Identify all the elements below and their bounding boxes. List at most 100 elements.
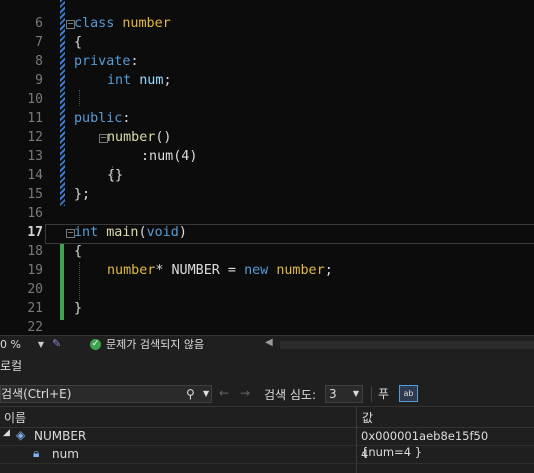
- code-line[interactable]: 10: [0, 90, 534, 109]
- code-token: number: [122, 16, 171, 31]
- code-token: int: [74, 225, 107, 240]
- code-token: {: [74, 244, 83, 259]
- code-line[interactable]: 17 int main(void): [0, 223, 534, 242]
- code-line[interactable]: 13 :num(4): [0, 147, 534, 166]
- search-input[interactable]: 검색(Ctrl+E) ⚲ ▼: [0, 385, 212, 403]
- column-header-name[interactable]: 이름: [4, 409, 26, 426]
- code-line[interactable]: 22: [0, 318, 534, 335]
- code-line[interactable]: 19 number* NUMBER = new number;: [0, 261, 534, 280]
- code-line[interactable]: 20: [0, 280, 534, 299]
- code-text: {: [74, 242, 82, 261]
- code-token: private: [74, 54, 131, 69]
- line-number: 11: [27, 111, 43, 126]
- table-header: 이름 값: [0, 406, 534, 428]
- code-line[interactable]: 11 public:: [0, 109, 534, 128]
- editor-status-bar: 0 % ▼ ✎ ✓ 문제가 검색되지 않음 ◀: [0, 335, 534, 354]
- code-token: ): [178, 225, 187, 240]
- code-token: int: [107, 73, 140, 88]
- code-token: main: [106, 225, 139, 240]
- search-depth-select[interactable]: 3 ▼: [325, 385, 363, 403]
- code-token: ;: [163, 73, 172, 88]
- locals-panel: 로컬 검색(Ctrl+E) ⚲ ▼ ← → 검색 심도: 3 ▼ 푸 ab 이름…: [0, 354, 534, 473]
- line-number: 10: [27, 92, 43, 107]
- code-text: {}: [107, 166, 123, 185]
- zoom-value: 0 %: [0, 338, 21, 351]
- code-text: number(): [107, 128, 172, 147]
- code-token: number: [107, 263, 156, 278]
- code-token: :num(4): [141, 149, 198, 164]
- code-token: (: [138, 225, 147, 240]
- code-token: {}: [107, 168, 124, 183]
- code-text: number* NUMBER = new number;: [107, 261, 333, 280]
- horizontal-scrollbar[interactable]: [280, 341, 534, 349]
- code-text: int num;: [107, 71, 172, 90]
- code-line[interactable]: 7{: [0, 33, 534, 52]
- code-line[interactable]: 6 class number: [0, 14, 534, 33]
- code-token: public: [74, 111, 123, 126]
- line-number: 19: [27, 263, 43, 278]
- code-token: number: [107, 130, 156, 145]
- issues-status[interactable]: 문제가 검색되지 않음: [106, 337, 204, 353]
- code-text: };: [74, 185, 90, 204]
- line-number: 14: [27, 168, 43, 183]
- pin-icon[interactable]: 푸: [378, 385, 389, 402]
- collapse-triangle-icon[interactable]: ◢: [3, 428, 10, 438]
- code-token: void: [146, 225, 179, 240]
- line-number: 21: [27, 301, 43, 316]
- search-depth-value: 3: [329, 387, 337, 401]
- chevron-down-icon: ▼: [37, 340, 44, 349]
- check-circle-icon: ✓: [90, 339, 101, 350]
- variable-value[interactable]: 4: [361, 446, 368, 462]
- code-token: number: [276, 263, 325, 278]
- code-line[interactable]: 8 private:: [0, 52, 534, 71]
- view-format-toggle-icon[interactable]: ab: [399, 385, 418, 402]
- line-number: 8: [35, 54, 43, 69]
- code-text: int main(void): [74, 223, 187, 242]
- search-depth-label: 검색 심도:: [264, 388, 317, 402]
- chevron-down-icon[interactable]: ▼: [203, 386, 209, 402]
- variable-name: num: [52, 447, 79, 461]
- search-icon[interactable]: ⚲: [186, 386, 195, 402]
- line-number: 20: [27, 282, 43, 297]
- code-token: :: [122, 111, 131, 126]
- code-line[interactable]: 14 {}: [0, 166, 534, 185]
- code-line[interactable]: 15};: [0, 185, 534, 204]
- code-text: public:: [74, 109, 130, 128]
- code-token: {: [74, 35, 83, 50]
- code-token: (): [155, 130, 172, 145]
- line-number: 22: [27, 320, 43, 335]
- code-text: }: [74, 299, 82, 318]
- code-token: :: [130, 54, 139, 69]
- code-token: };: [74, 187, 91, 202]
- table-row[interactable]: 🔒︎ num 4: [0, 445, 534, 464]
- code-token: }: [74, 301, 83, 316]
- panel-toolbar: 검색(Ctrl+E) ⚲ ▼ ← → 검색 심도: 3 ▼ 푸 ab: [0, 383, 534, 405]
- table-row[interactable]: ◢ ◈ NUMBER 0x000001aeb8e15f50 {num=4 }: [0, 427, 534, 459]
- toolbar-divider: [371, 386, 372, 402]
- code-cleanup-icon[interactable]: ✎: [52, 337, 61, 350]
- code-line[interactable]: 12 number(): [0, 128, 534, 147]
- line-number: 7: [35, 35, 43, 50]
- zoom-dropdown[interactable]: 0 % ▼: [0, 337, 46, 352]
- line-number: 6: [35, 16, 43, 31]
- private-field-lock-icon: 🔒︎: [33, 446, 40, 460]
- line-number: 13: [27, 149, 43, 164]
- column-header-value[interactable]: 값: [362, 409, 373, 426]
- scroll-left-icon[interactable]: ◀: [265, 337, 273, 348]
- code-line[interactable]: 18 {: [0, 242, 534, 261]
- search-previous-icon[interactable]: ←: [219, 386, 229, 400]
- line-number: 12: [27, 130, 43, 145]
- search-next-icon[interactable]: →: [240, 386, 250, 400]
- code-line[interactable]: 21}: [0, 299, 534, 318]
- line-number: 16: [27, 206, 43, 221]
- code-line[interactable]: 16: [0, 204, 534, 223]
- code-text: :num(4): [141, 147, 197, 166]
- code-text: {: [74, 33, 82, 52]
- line-number: 15: [27, 187, 43, 202]
- code-editor[interactable]: − − − 6 class number 7{8 private: 9 int num; 1…: [0, 0, 534, 335]
- code-token: num: [139, 73, 164, 88]
- object-cube-icon: ◈: [16, 428, 26, 442]
- code-line[interactable]: 9 int num;: [0, 71, 534, 90]
- line-number: 17: [27, 225, 43, 240]
- code-token: ;: [324, 263, 333, 278]
